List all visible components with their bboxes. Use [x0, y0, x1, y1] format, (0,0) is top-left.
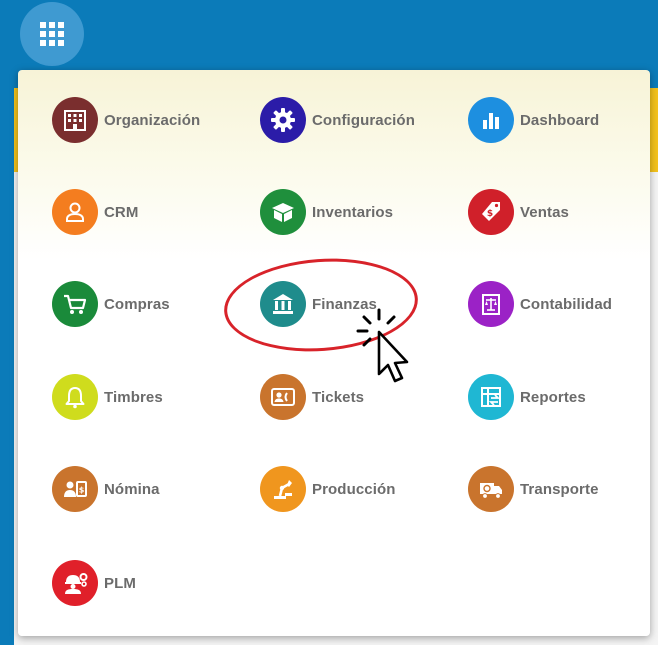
bar-chart-icon — [483, 113, 499, 129]
app-organizacion[interactable]: Organización — [52, 97, 200, 143]
app-dashboard[interactable]: Dashboard — [468, 97, 599, 143]
app-icon-circle — [52, 281, 98, 327]
top-bar — [0, 0, 658, 70]
app-tickets[interactable]: Tickets — [260, 374, 364, 420]
app-contabilidad[interactable]: Contabilidad — [468, 281, 612, 327]
app-compras[interactable]: Compras — [52, 281, 170, 327]
report-icon — [481, 387, 501, 407]
app-label: Dashboard — [520, 111, 600, 129]
app-icon-circle: $ — [468, 189, 514, 235]
factory-robot-icon — [274, 480, 292, 499]
app-label: Reportes — [520, 388, 586, 406]
gear-icon — [271, 108, 295, 132]
app-inventarios[interactable]: Inventarios — [260, 189, 393, 235]
shopping-cart-icon — [64, 294, 87, 314]
payroll-icon: $ — [64, 481, 87, 497]
app-icon-circle — [52, 374, 98, 420]
worker-gears-icon — [65, 573, 88, 594]
app-label: Inventarios — [312, 203, 394, 221]
ticket-icon — [271, 388, 295, 406]
app-icon-circle — [52, 560, 98, 606]
svg-text:$: $ — [79, 486, 85, 495]
app-icon-circle — [468, 466, 514, 512]
app-icon-circle — [260, 281, 306, 327]
person-icon — [66, 202, 84, 222]
app-label: Finanzas — [312, 295, 377, 313]
app-produccion[interactable]: Producción — [260, 466, 396, 512]
app-icon-circle — [468, 281, 514, 327]
app-label: Configuración — [312, 111, 415, 129]
box-icon — [272, 203, 294, 222]
app-label: CRM — [104, 203, 139, 221]
app-reportes[interactable]: Reportes — [468, 374, 586, 420]
app-icon-circle — [52, 97, 98, 143]
app-label: Contabilidad — [520, 295, 613, 313]
app-label: Tickets — [312, 388, 365, 406]
app-plm[interactable]: PLM — [52, 560, 136, 606]
price-tag-icon: $ — [482, 202, 500, 221]
svg-text:$: $ — [487, 209, 493, 219]
app-label: Transporte — [520, 480, 599, 498]
grid-icon — [40, 22, 64, 46]
app-icon-circle — [468, 97, 514, 143]
app-label: Compras — [104, 295, 170, 313]
app-nomina[interactable]: $ Nómina — [52, 466, 160, 512]
apps-menu-button[interactable] — [20, 2, 84, 66]
apps-menu-panel: Organización Configuración Dashboard CRM… — [18, 70, 650, 636]
bell-icon — [65, 387, 85, 409]
app-ventas[interactable]: $ Ventas — [468, 189, 569, 235]
app-icon-circle — [260, 189, 306, 235]
app-label: Ventas — [520, 203, 569, 221]
app-icon-circle — [468, 374, 514, 420]
app-label: Producción — [312, 480, 396, 498]
app-label: Nómina — [104, 480, 160, 498]
app-icon-circle — [260, 97, 306, 143]
app-crm[interactable]: CRM — [52, 189, 138, 235]
app-finanzas[interactable]: Finanzas — [260, 281, 377, 327]
app-icon-circle — [260, 374, 306, 420]
app-label: Organización — [104, 111, 201, 129]
app-icon-circle — [52, 189, 98, 235]
app-icon-circle: $ — [52, 466, 98, 512]
app-label: Timbres — [104, 388, 163, 406]
bank-icon — [273, 294, 293, 314]
app-label: PLM — [104, 574, 136, 592]
app-configuracion[interactable]: Configuración — [260, 97, 415, 143]
app-timbres[interactable]: Timbres — [52, 374, 163, 420]
truck-icon — [480, 483, 502, 499]
building-icon — [64, 110, 86, 131]
ledger-scale-icon — [482, 294, 500, 315]
app-icon-circle — [260, 466, 306, 512]
app-transporte[interactable]: Transporte — [468, 466, 599, 512]
